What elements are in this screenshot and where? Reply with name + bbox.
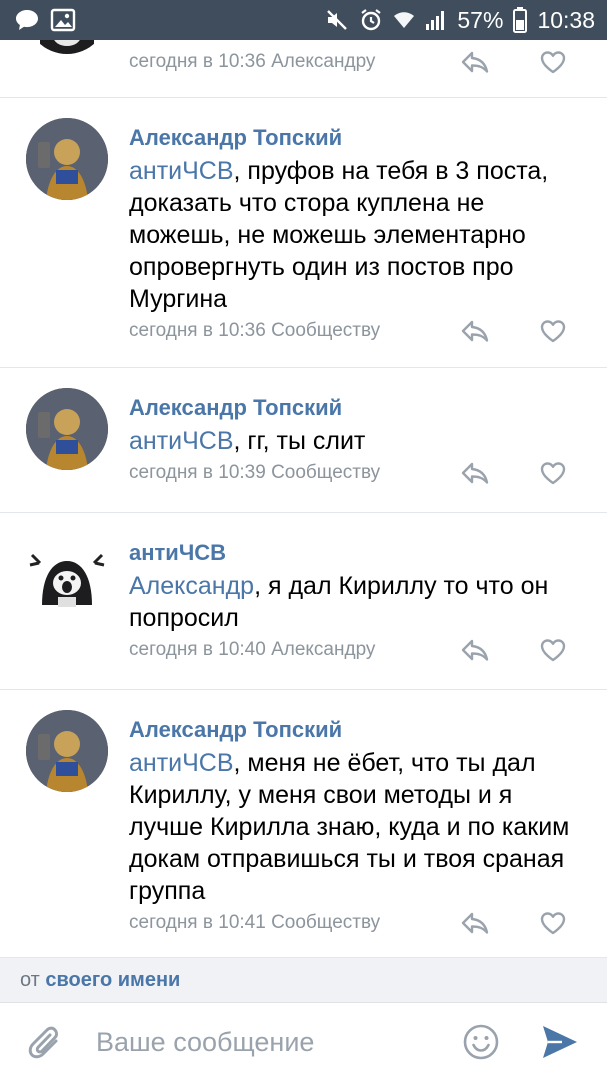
comment-author[interactable]: Александр Топский bbox=[129, 393, 587, 423]
comment-content: Александр Топский антиЧСВ, меня не ёбет,… bbox=[129, 715, 587, 937]
mention-link[interactable]: антиЧСВ bbox=[129, 157, 234, 185]
comment-meta: сегодня в 10:36 Александру bbox=[129, 48, 587, 76]
message-composer bbox=[0, 1002, 607, 1080]
comment-text: антиЧСВ, пруфов на тебя в 3 поста, доказ… bbox=[129, 155, 587, 315]
avatar[interactable] bbox=[26, 118, 108, 200]
chat-notification-icon bbox=[14, 7, 40, 33]
like-icon[interactable] bbox=[537, 636, 569, 664]
comment-text: Александр, я дал Кириллу то что он попро… bbox=[129, 570, 587, 634]
comment-date: сегодня в 10:39 Сообществу bbox=[129, 462, 381, 483]
comment-author[interactable]: антиЧСВ bbox=[129, 538, 587, 568]
screen: 57% 10:38 сегодня в 10:36 Александру Але… bbox=[0, 0, 607, 1080]
comment-date: сегодня в 10:36 Сообществу bbox=[129, 320, 381, 341]
comment-text: антиЧСВ, гг, ты слит bbox=[129, 425, 587, 457]
wifi-icon bbox=[393, 10, 415, 30]
comment-content: Александр Топский антиЧСВ, пруфов на теб… bbox=[129, 123, 587, 345]
message-input[interactable] bbox=[96, 1021, 436, 1063]
comment-author[interactable]: Александр Топский bbox=[129, 123, 587, 153]
comment-text: антиЧСВ, меня не ёбет, что ты дал Кирилл… bbox=[129, 747, 587, 907]
status-bar-right: 57% 10:38 bbox=[325, 7, 595, 34]
mention-link[interactable]: Александр bbox=[129, 572, 254, 600]
emoji-icon[interactable] bbox=[462, 1023, 500, 1066]
comment-feed[interactable]: сегодня в 10:36 Александру Александр Топ… bbox=[0, 40, 607, 955]
signal-icon bbox=[425, 9, 447, 31]
status-bar: 57% 10:38 bbox=[0, 0, 607, 40]
like-icon[interactable] bbox=[537, 48, 569, 76]
comment-date: сегодня в 10:41 Сообществу bbox=[129, 912, 381, 933]
comment-content: Александр Топский антиЧСВ, гг, ты слит с… bbox=[129, 393, 587, 487]
comment-actions bbox=[459, 48, 587, 76]
clock: 10:38 bbox=[537, 6, 595, 33]
comment-meta: сегодня в 10:40 Александру bbox=[129, 636, 587, 664]
avatar[interactable] bbox=[26, 533, 108, 615]
comment-item: Александр Топский антиЧСВ, пруфов на теб… bbox=[0, 98, 607, 368]
comment-actions bbox=[459, 636, 587, 664]
send-as-name[interactable]: своего имени bbox=[45, 969, 180, 991]
send-as-selector[interactable]: от своего имени bbox=[0, 957, 607, 1002]
reply-icon[interactable] bbox=[459, 459, 491, 487]
comment-date: сегодня в 10:40 Александру bbox=[129, 639, 376, 660]
like-icon[interactable] bbox=[537, 909, 569, 937]
comment-meta: сегодня в 10:41 Сообществу bbox=[129, 909, 587, 937]
avatar[interactable] bbox=[26, 388, 108, 470]
battery-percent: 57% bbox=[457, 6, 504, 33]
comment-content: сегодня в 10:36 Александру bbox=[129, 46, 587, 76]
mention-link[interactable]: антиЧСВ bbox=[129, 749, 234, 777]
comment-date: сегодня в 10:36 Александру bbox=[129, 51, 376, 72]
battery-icon bbox=[513, 7, 528, 33]
comment-item: антиЧСВ Александр, я дал Кириллу то что … bbox=[0, 513, 607, 690]
attach-icon[interactable] bbox=[28, 1023, 64, 1068]
comment-actions bbox=[459, 909, 587, 937]
reply-icon[interactable] bbox=[459, 636, 491, 664]
status-bar-left bbox=[14, 7, 76, 33]
reply-icon[interactable] bbox=[459, 48, 491, 76]
send-icon[interactable] bbox=[540, 1023, 580, 1066]
avatar[interactable] bbox=[26, 710, 108, 792]
comment-item: сегодня в 10:36 Александру bbox=[0, 40, 607, 98]
reply-icon[interactable] bbox=[459, 317, 491, 345]
comment-actions bbox=[459, 459, 587, 487]
alarm-icon bbox=[359, 8, 383, 32]
comment-author[interactable]: Александр Топский bbox=[129, 715, 587, 745]
comment-meta: сегодня в 10:39 Сообществу bbox=[129, 459, 587, 487]
comment-body: , гг, ты слит bbox=[233, 427, 366, 455]
like-icon[interactable] bbox=[537, 459, 569, 487]
comment-actions bbox=[459, 317, 587, 345]
send-as-prefix: от bbox=[20, 969, 40, 991]
reply-icon[interactable] bbox=[459, 909, 491, 937]
mention-link[interactable]: антиЧСВ bbox=[129, 427, 234, 455]
comment-item: Александр Топский антиЧСВ, гг, ты слит с… bbox=[0, 368, 607, 513]
comment-content: антиЧСВ Александр, я дал Кириллу то что … bbox=[129, 538, 587, 664]
image-notification-icon bbox=[50, 8, 76, 32]
comment-meta: сегодня в 10:36 Сообществу bbox=[129, 317, 587, 345]
mute-icon bbox=[325, 8, 349, 32]
like-icon[interactable] bbox=[537, 317, 569, 345]
avatar[interactable] bbox=[26, 40, 108, 54]
comment-item: Александр Топский антиЧСВ, меня не ёбет,… bbox=[0, 690, 607, 955]
